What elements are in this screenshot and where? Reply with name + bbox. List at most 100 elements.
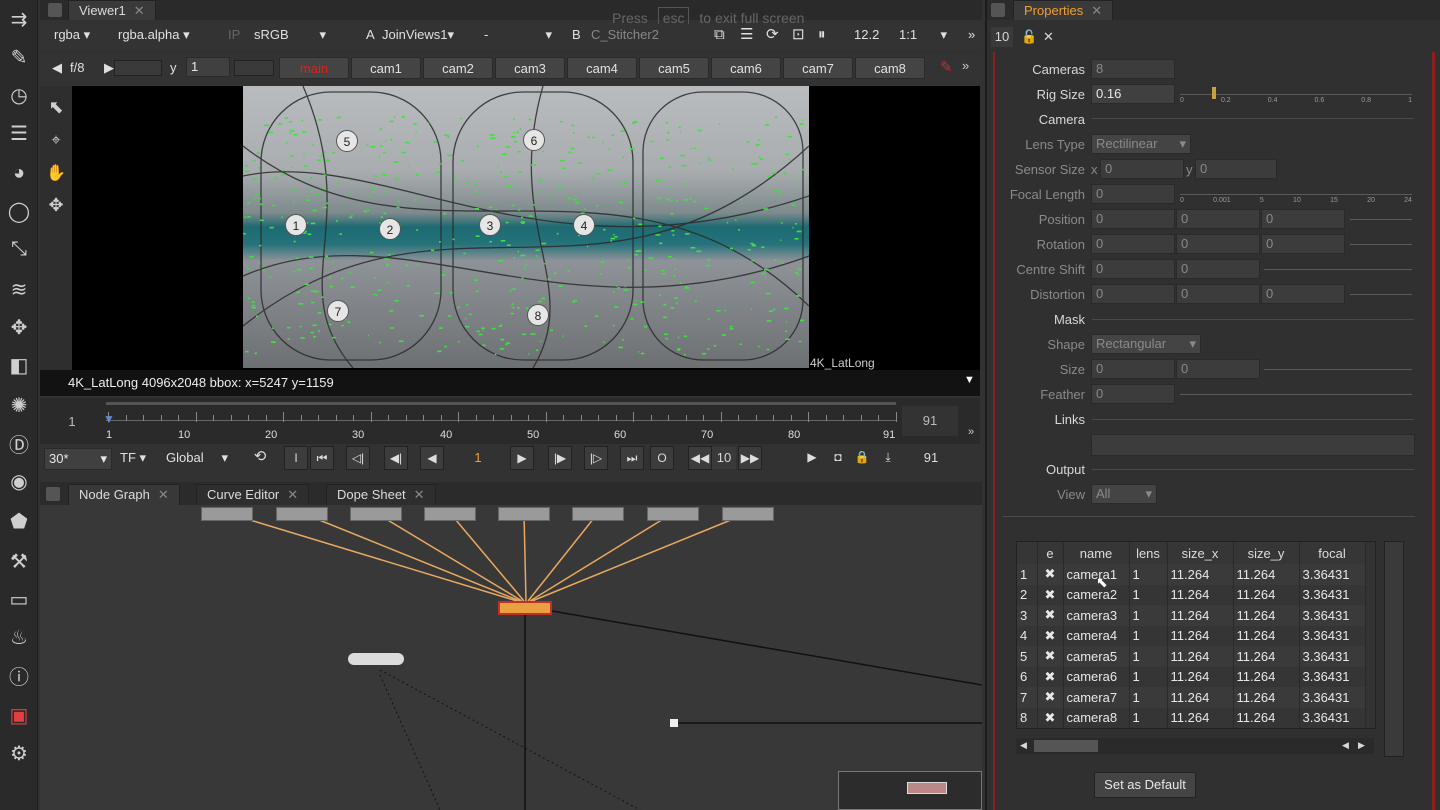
- view-cam2[interactable]: cam2: [423, 57, 493, 79]
- tab-curve-editor[interactable]: Curve Editor ✕: [196, 484, 310, 506]
- focal-value[interactable]: 3.36431: [1299, 687, 1366, 708]
- table-row[interactable]: 1 ✖ camera1 1 11.264 11.264 3.36431: [1017, 564, 1366, 585]
- lens-value[interactable]: 1: [1129, 625, 1168, 646]
- camera-input-node[interactable]: [424, 507, 476, 521]
- size-y-value[interactable]: 11.264: [1233, 584, 1300, 605]
- column-header-lens[interactable]: lens: [1129, 542, 1168, 564]
- size-y-field[interactable]: 0: [1176, 359, 1260, 379]
- table-row[interactable]: 5 ✖ camera5 1 11.264 11.264 3.36431: [1017, 646, 1366, 667]
- set-as-default-button[interactable]: Set as Default: [1094, 772, 1196, 798]
- camera-input-node[interactable]: [276, 507, 328, 521]
- toolsets-icon[interactable]: ⚒: [4, 546, 34, 576]
- column-header-size-x[interactable]: size_x: [1167, 542, 1234, 564]
- size-y-value[interactable]: 11.264: [1233, 605, 1300, 626]
- camera-marker-5[interactable]: 5: [336, 130, 358, 152]
- camera-marker-7[interactable]: 7: [327, 300, 349, 322]
- rotation-x-field[interactable]: 0: [1091, 234, 1175, 254]
- latlong-image[interactable]: 1 2 3 4 5 6 7 8: [243, 86, 809, 368]
- size-x-value[interactable]: 11.264: [1167, 605, 1234, 626]
- camera-input-node[interactable]: [498, 507, 550, 521]
- size-x-field[interactable]: 0: [1091, 359, 1175, 379]
- skip-icon[interactable]: ⤓: [876, 446, 900, 470]
- elbow-node[interactable]: [670, 719, 678, 727]
- enabled-checkbox[interactable]: ✖: [1037, 584, 1064, 605]
- play-forward-icon[interactable]: ▶: [510, 446, 534, 470]
- size-x-value[interactable]: 11.264: [1167, 707, 1234, 728]
- scroll-left-icon[interactable]: ◀: [1020, 740, 1027, 751]
- size-x-value[interactable]: 11.264: [1167, 584, 1234, 605]
- info-toggle-icon[interactable]: ▼: [964, 374, 975, 386]
- hand-icon[interactable]: ✋: [41, 158, 71, 188]
- last-frame-icon[interactable]: ⏭: [620, 446, 644, 470]
- view-cam5[interactable]: cam5: [639, 57, 709, 79]
- lock-icon[interactable]: 🔒: [850, 446, 874, 470]
- node-graph-canvas[interactable]: [40, 505, 982, 810]
- size-x-value[interactable]: 11.264: [1167, 687, 1234, 708]
- current-frame[interactable]: 1: [450, 446, 506, 470]
- range-dropdown[interactable]: Global ▾: [160, 447, 234, 469]
- close-icon[interactable]: ✕: [414, 487, 425, 502]
- lens-value[interactable]: 1: [1129, 646, 1168, 667]
- add-point-icon[interactable]: ⌖: [41, 126, 71, 156]
- fps-dropdown[interactable]: 30* ▾: [44, 448, 112, 470]
- deep-icon[interactable]: Ⓓ: [4, 428, 34, 458]
- distortion-a-field[interactable]: 0: [1091, 284, 1175, 304]
- size-y-value[interactable]: 11.264: [1233, 646, 1300, 667]
- tab-dope-sheet[interactable]: Dope Sheet ✕: [326, 484, 436, 506]
- pane-menu-icon[interactable]: [46, 487, 60, 501]
- tab-node-graph[interactable]: Node Graph ✕: [68, 484, 180, 506]
- column-header-focal[interactable]: focal: [1299, 542, 1366, 564]
- camera-name[interactable]: camera3: [1063, 605, 1130, 626]
- position-z-field[interactable]: 0: [1261, 209, 1345, 229]
- views-icon[interactable]: ◉: [4, 466, 34, 496]
- cara-vr-icon[interactable]: ▣: [4, 700, 34, 730]
- camera-name[interactable]: camera5: [1063, 646, 1130, 667]
- fstop-value[interactable]: f/8: [64, 57, 90, 79]
- close-icon[interactable]: ✕: [1091, 3, 1102, 18]
- position-slider[interactable]: [1350, 219, 1412, 220]
- table-row[interactable]: 6 ✖ camera6 1 11.264 11.264 3.36431: [1017, 666, 1366, 687]
- merge-icon[interactable]: ≋: [4, 274, 34, 304]
- other-icon[interactable]: ▭: [4, 584, 34, 614]
- out-point-button[interactable]: O: [650, 446, 674, 470]
- camera-input-node[interactable]: [722, 507, 774, 521]
- camera-marker-8[interactable]: 8: [527, 304, 549, 326]
- camera-marker-6[interactable]: 6: [523, 129, 545, 151]
- tab-viewer1[interactable]: Viewer1 ✕: [68, 0, 156, 20]
- size-slider[interactable]: [1264, 369, 1412, 370]
- enabled-checkbox[interactable]: ✖: [1037, 687, 1064, 708]
- more-icon[interactable]: »: [962, 58, 969, 73]
- timeline-expand-icon[interactable]: »: [968, 426, 974, 438]
- camera-input-node[interactable]: [572, 507, 624, 521]
- focal-value[interactable]: 3.36431: [1299, 564, 1366, 585]
- camera-marker-4[interactable]: 4: [573, 214, 595, 236]
- 3d-icon[interactable]: ◧: [4, 350, 34, 380]
- enabled-checkbox[interactable]: ✖: [1037, 666, 1064, 687]
- lens-value[interactable]: 1: [1129, 707, 1168, 728]
- focal-value[interactable]: 3.36431: [1299, 625, 1366, 646]
- expand-icon[interactable]: »: [962, 24, 981, 46]
- roi-icon[interactable]: ⧉: [708, 24, 731, 46]
- camera-name[interactable]: camera6: [1063, 666, 1130, 687]
- camera-input-node[interactable]: [201, 507, 253, 521]
- distortion-c-field[interactable]: 0: [1261, 284, 1345, 304]
- column-header-name[interactable]: name: [1063, 542, 1130, 564]
- camera-name[interactable]: camera4: [1063, 625, 1130, 646]
- size-x-value[interactable]: 11.264: [1167, 625, 1234, 646]
- view-cam3[interactable]: cam3: [495, 57, 565, 79]
- close-icon[interactable]: ✕: [158, 487, 169, 502]
- zoom-dropdown[interactable]: 1:1 ▾: [893, 24, 953, 46]
- view-dropdown[interactable]: All ▾: [1091, 484, 1157, 504]
- sensor-x-field[interactable]: 0: [1100, 159, 1184, 179]
- centre-shift-y-field[interactable]: 0: [1176, 259, 1260, 279]
- step-value[interactable]: 10: [712, 447, 736, 469]
- size-y-value[interactable]: 11.264: [1233, 707, 1300, 728]
- view-cam7[interactable]: cam7: [783, 57, 853, 79]
- camera-marker-1[interactable]: 1: [285, 214, 307, 236]
- paint-icon[interactable]: ✎: [4, 42, 34, 72]
- enabled-checkbox[interactable]: ✖: [1037, 625, 1064, 646]
- pane-menu-icon[interactable]: [48, 3, 62, 17]
- transform-icon[interactable]: ✥: [4, 312, 34, 342]
- refresh-icon[interactable]: ⟳: [760, 24, 785, 46]
- close-icon[interactable]: ✕: [134, 3, 145, 18]
